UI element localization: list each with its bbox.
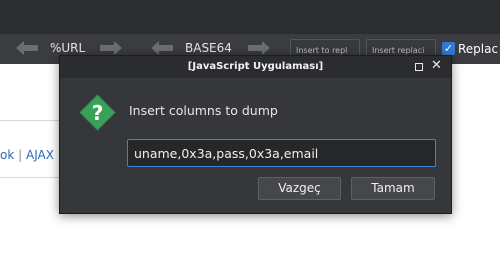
link-ok[interactable]: ok (0, 148, 14, 162)
link-ajax[interactable]: AJAX (26, 148, 54, 162)
maximize-icon[interactable] (415, 63, 423, 71)
cancel-button[interactable]: Vazgeç (258, 177, 341, 200)
replace-checkbox[interactable]: ✓ (442, 42, 455, 55)
arrow-left-icon[interactable] (151, 40, 173, 56)
divider (0, 177, 60, 178)
dialog-title: [JavaScript Uygulaması] (187, 61, 324, 72)
close-icon[interactable]: ✕ (431, 59, 442, 73)
arrow-right-icon[interactable] (248, 40, 270, 56)
top-strip (0, 0, 500, 34)
arrow-left-icon[interactable] (16, 40, 38, 56)
javascript-prompt-dialog: [JavaScript Uygulaması] ✕ ? Insert colum… (59, 55, 452, 214)
ok-button[interactable]: Tamam (351, 177, 435, 200)
divider (0, 120, 60, 121)
dialog-message: Insert columns to dump (129, 103, 278, 118)
question-icon: ? (79, 94, 116, 131)
page-links: ok | AJAX (0, 148, 54, 162)
svg-text:?: ? (92, 101, 104, 125)
columns-input[interactable] (127, 139, 436, 167)
replace-label: Replac (458, 42, 499, 56)
arrow-right-icon[interactable] (100, 40, 122, 56)
link-separator: | (18, 148, 23, 162)
dialog-titlebar: [JavaScript Uygulaması] ✕ (60, 56, 451, 78)
